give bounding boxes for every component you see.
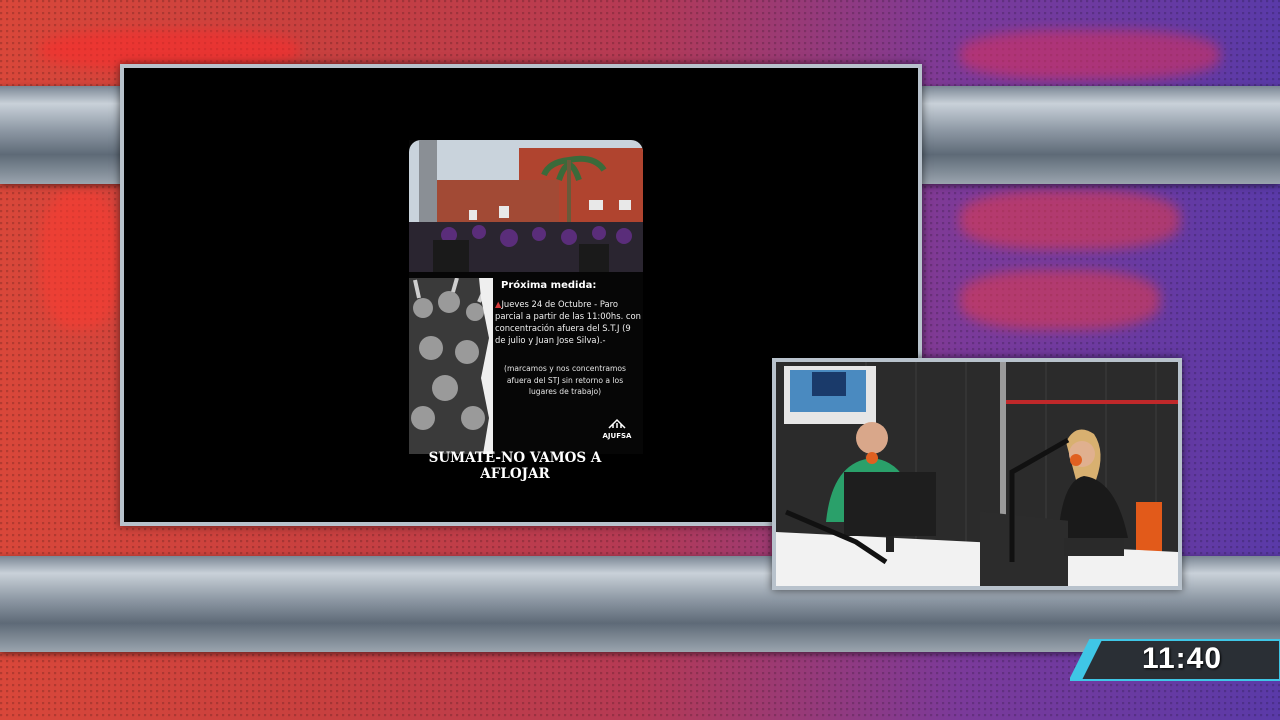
protest-photo [409, 140, 643, 272]
crowd-photo-bw [409, 278, 493, 454]
announcement-flyer: Próxima medida: ▲Jueves 24 de Octubre - … [409, 140, 643, 482]
union-logo: AJUFSA [599, 418, 635, 440]
time-display: 11:40 [1070, 638, 1280, 682]
background-pattern [40, 190, 120, 330]
flyer-note: (marcamos y nos concentramos afuera del … [504, 364, 626, 396]
background-pattern [960, 30, 1220, 80]
background-pattern [960, 270, 1160, 330]
clock-time: 11:40 [1141, 642, 1223, 675]
flyer-body-text: ▲Jueves 24 de Octubre - Paro parcial a p… [495, 299, 641, 345]
studio-camera-feed [772, 358, 1182, 590]
background-pattern [960, 190, 1180, 250]
flyer-call-to-action: SUMATE-NO VAMOS A AFLOJAR [428, 450, 602, 482]
flyer-heading: Próxima medida: [501, 280, 597, 291]
